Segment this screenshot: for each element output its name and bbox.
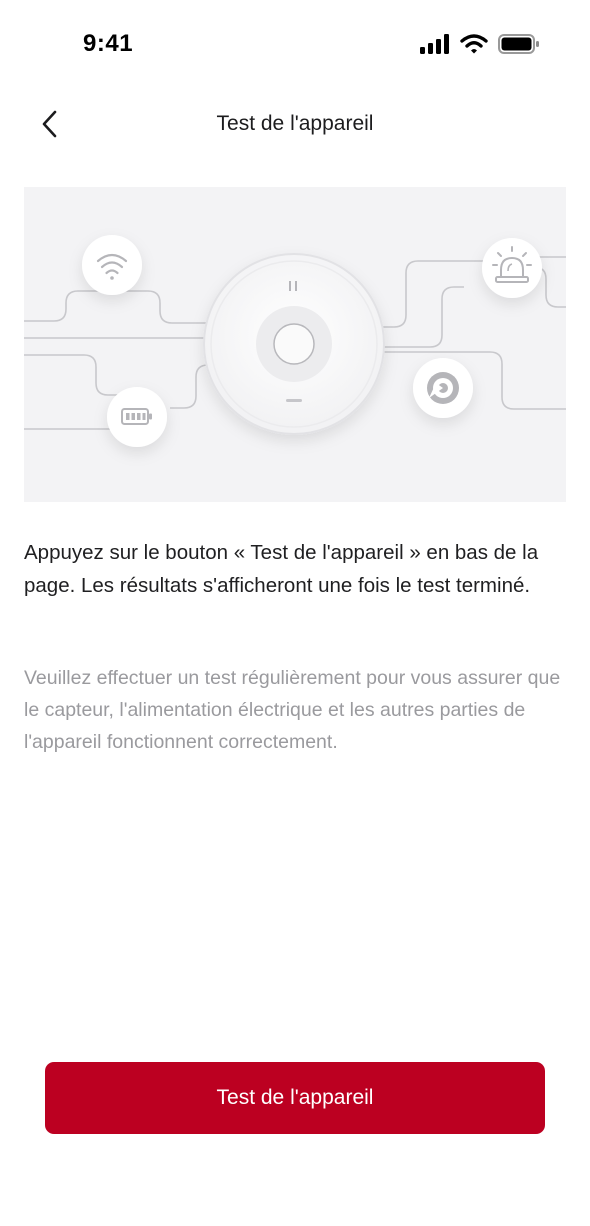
sensor-icon bbox=[413, 358, 473, 418]
recommendation-text: Veuillez effectuer un test régulièrement… bbox=[24, 667, 561, 753]
wifi-icon bbox=[82, 235, 142, 295]
status-icons bbox=[420, 34, 540, 54]
status-bar: 9:41 bbox=[0, 0, 590, 92]
nav-bar: Test de l'appareil bbox=[0, 92, 590, 156]
device-illustration bbox=[24, 187, 566, 502]
cellular-signal-icon bbox=[420, 34, 449, 54]
alarm-siren-icon bbox=[482, 238, 542, 298]
battery-icon bbox=[498, 34, 539, 54]
wifi-icon bbox=[460, 34, 488, 54]
test-device-button[interactable]: Test de l'appareil bbox=[45, 1062, 545, 1134]
status-time: 9:41 bbox=[83, 30, 134, 57]
illustration-graphic bbox=[24, 235, 566, 447]
page-title: Test de l'appareil bbox=[216, 112, 374, 135]
battery-icon bbox=[107, 387, 167, 447]
instruction-text: Appuyez sur le bouton « Test de l'appare… bbox=[24, 541, 539, 597]
